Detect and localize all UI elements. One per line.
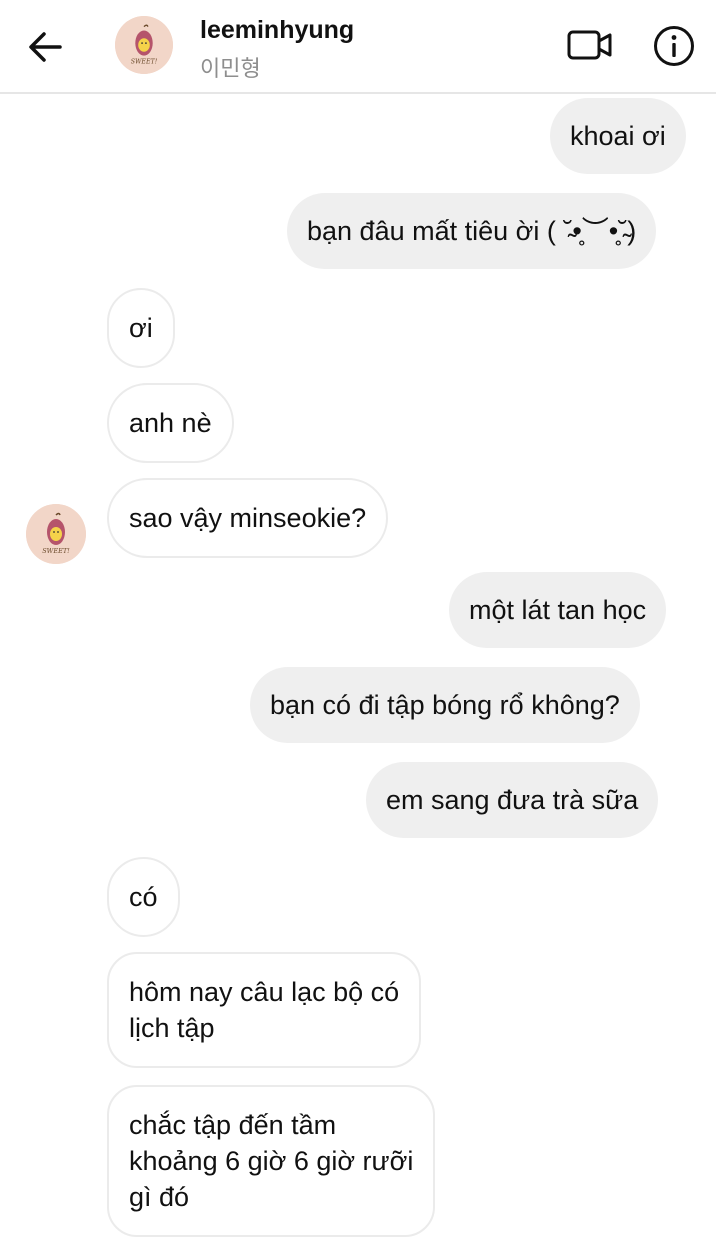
received-message[interactable]: có [107,857,180,937]
received-message[interactable]: anh nè [107,383,234,463]
received-message[interactable]: sao vậy minseokie? [107,478,389,558]
sent-message[interactable]: em sang đưa trà sữa [366,762,659,838]
info-circle-icon[interactable] [652,24,696,68]
message-thread[interactable]: khoai ơi bạn đâu mất tiêu ời ( ˘̴•̥︶•̥˘̴… [0,96,716,1240]
sender-avatar[interactable]: SWEET! [26,504,86,564]
video-call-icon[interactable] [566,26,614,64]
chat-header: SWEET! leeminhyung 이민형 [0,0,716,94]
contact-display-name: 이민형 [200,57,261,82]
contact-username[interactable]: leeminhyung [200,16,354,45]
received-message[interactable]: hôm nay câu lạc bộ có lịch tập [107,952,422,1068]
sweet-potato-avatar-icon: SWEET! [115,16,173,74]
back-arrow-icon[interactable] [22,26,70,68]
sent-message[interactable]: một lát tan học [449,572,667,648]
sweet-potato-avatar-icon: SWEET! [26,504,86,564]
sent-message[interactable]: bạn có đi tập bóng rổ không? [250,667,640,743]
sent-message[interactable]: bạn đâu mất tiêu ời ( ˘̴•̥︶•̥˘̴) [287,193,657,269]
received-message[interactable]: chắc tập đến tầm khoảng 6 giờ 6 giờ rưỡi… [107,1085,436,1237]
contact-avatar[interactable]: SWEET! [115,16,173,74]
received-message[interactable]: ơi [107,288,175,368]
svg-text:SWEET!: SWEET! [131,58,158,65]
sent-message[interactable]: khoai ơi [550,98,686,174]
svg-text:SWEET!: SWEET! [42,547,70,555]
